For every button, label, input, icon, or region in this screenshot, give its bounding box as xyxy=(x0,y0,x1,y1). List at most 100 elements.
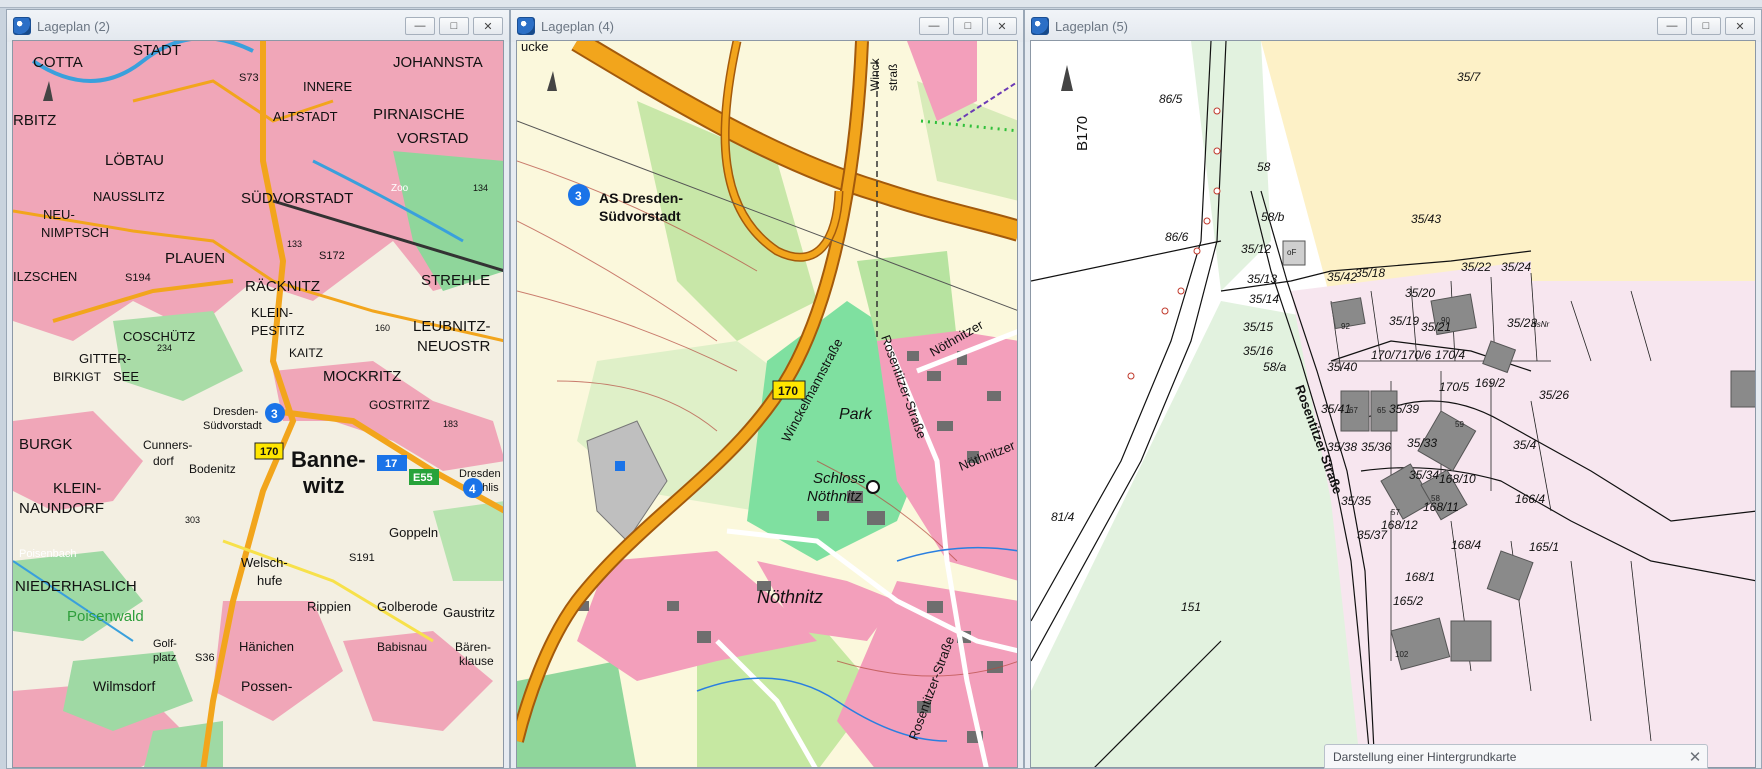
parcel-label: 35/14 xyxy=(1249,292,1279,306)
house-label: 92 xyxy=(1341,322,1350,331)
map-view[interactable]: ucke Winckelmannstraße Rosentitzer-Straß… xyxy=(516,40,1018,768)
app-icon xyxy=(517,17,535,35)
topo-map: COTTA STADT JOHANNSTA INNERE ALTSTADT PI… xyxy=(13,41,503,767)
road-label: 234 xyxy=(157,343,172,353)
maximize-button[interactable]: □ xyxy=(1691,17,1721,35)
parcel-label: 35/38 xyxy=(1327,440,1357,454)
parcel-label: 170/4 xyxy=(1435,348,1465,362)
road-label: 303 xyxy=(185,515,200,525)
parcel-label: 86/5 xyxy=(1159,92,1183,106)
parcel-label: 35/19 xyxy=(1389,314,1419,328)
parcel-label: HsNr xyxy=(1531,320,1550,329)
place-label: SÜDVORSTADT xyxy=(241,189,353,207)
top-strip xyxy=(0,0,1762,8)
background-map-notification[interactable]: Darstellung einer Hintergrundkarte ✕ xyxy=(1324,744,1708,769)
road-label: S191 xyxy=(349,552,375,564)
place-label: GITTER- xyxy=(79,351,131,366)
parcel-label: 35/33 xyxy=(1407,436,1437,450)
road-label: 183 xyxy=(443,419,458,429)
place-label: Poisenbach xyxy=(19,548,77,560)
minimize-button[interactable]: — xyxy=(919,17,949,35)
junction-marker-label: 4 xyxy=(469,482,476,496)
titlebar[interactable]: Lageplan (2) — □ ✕ xyxy=(7,10,509,42)
house-label: 59 xyxy=(1455,420,1464,429)
parcel-label: 35/26 xyxy=(1539,388,1569,402)
place-label: ILZSCHEN xyxy=(13,269,77,284)
parcel-label: 58/a xyxy=(1263,360,1287,374)
house-label: 102 xyxy=(1395,650,1409,659)
place-label: MOCKRITZ xyxy=(323,368,401,385)
parcel-label: 165/1 xyxy=(1529,540,1559,554)
window-lageplan-5[interactable]: Lageplan (5) — □ ✕ B170 Rosentitzer Stra… xyxy=(1024,9,1762,769)
map-view[interactable]: COTTA STADT JOHANNSTA INNERE ALTSTADT PI… xyxy=(12,40,504,768)
map-label: Nöthnitz xyxy=(807,488,863,505)
parcel-label: 165/2 xyxy=(1393,594,1423,608)
parcel-label: 168/4 xyxy=(1451,538,1481,552)
place-label: Hänichen xyxy=(239,639,294,654)
window-lageplan-2[interactable]: Lageplan (2) — □ ✕ COTTA STADT JOHANNSTA… xyxy=(6,9,510,769)
place-label: GOSTRITZ xyxy=(369,398,430,412)
place-label: Golf- xyxy=(153,638,177,650)
close-icon[interactable]: ✕ xyxy=(1683,748,1707,766)
titlebar[interactable]: Lageplan (4) — □ ✕ xyxy=(511,10,1023,42)
road-label: 134 xyxy=(473,183,488,193)
place-label: NAUSSLITZ xyxy=(93,189,165,204)
place-label: VORSTAD xyxy=(397,130,469,147)
place-label: BURGK xyxy=(19,436,72,453)
place-label: Poisenwald xyxy=(67,608,144,625)
maximize-button[interactable]: □ xyxy=(439,17,469,35)
place-label: Dresden xyxy=(459,468,501,480)
place-label: STREHLE xyxy=(421,272,490,289)
app-icon xyxy=(1031,17,1049,35)
place-label: Bodenitz xyxy=(189,462,236,476)
parcel-label: 35/42 xyxy=(1327,270,1357,284)
parcel-label: 35/18 xyxy=(1355,266,1385,280)
parcel-label: 170/6 xyxy=(1401,348,1431,362)
parcel-label: 35/43 xyxy=(1411,212,1441,226)
map-label: Nöthnitz xyxy=(757,587,823,607)
parcel-label: 169/2 xyxy=(1475,376,1505,390)
place-label: Possen- xyxy=(241,678,293,694)
place-label: SEE xyxy=(113,369,139,384)
place-label: PIRNAISCHE xyxy=(373,106,465,123)
place-label: platz xyxy=(153,652,176,664)
minimize-button[interactable]: — xyxy=(1657,17,1687,35)
place-label: Dresden- xyxy=(213,406,259,418)
place-label: NEUOSTR xyxy=(417,338,491,355)
parcel-label: 168/12 xyxy=(1381,518,1418,532)
parcel-label: 81/4 xyxy=(1051,510,1075,524)
window-lageplan-4[interactable]: Lageplan (4) — □ ✕ ucke Winckelmannstraß… xyxy=(510,9,1024,769)
parcel-label: 168/1 xyxy=(1405,570,1435,584)
titlebar[interactable]: Lageplan (5) — □ ✕ xyxy=(1025,10,1761,42)
place-label: PLAUEN xyxy=(165,250,225,267)
topo-map-detail: ucke Winckelmannstraße Rosentitzer-Straß… xyxy=(517,41,1017,767)
minimize-button[interactable]: — xyxy=(405,17,435,35)
place-label: Südvorstadt xyxy=(203,420,262,432)
castle-icon xyxy=(866,480,880,494)
place-label: Rippien xyxy=(307,599,351,614)
house-label: 90 xyxy=(1441,316,1450,325)
cadastral-map-view[interactable]: B170 Rosentitzer Straße 86/5 86/6 58 58/… xyxy=(1030,40,1756,768)
place-label: Wilmsdorf xyxy=(93,678,155,694)
road-label: 133 xyxy=(287,239,302,249)
parcel-label: 35/36 xyxy=(1361,440,1391,454)
house-label: 67 xyxy=(1349,406,1358,415)
place-label: Gaustritz xyxy=(443,605,495,620)
app-icon xyxy=(13,17,31,35)
parcel-label: 168/11 xyxy=(1423,500,1459,514)
parcel-label: 35/35 xyxy=(1341,494,1371,508)
road-label: S194 xyxy=(125,272,151,284)
parcel-label: 35/16 xyxy=(1243,344,1273,358)
maximize-button[interactable]: □ xyxy=(953,17,983,35)
place-label: Babisnau xyxy=(377,640,427,654)
place-label: KAITZ xyxy=(289,346,323,360)
place-label: klause xyxy=(459,654,494,668)
close-button[interactable]: ✕ xyxy=(1725,17,1755,35)
house-label: 65 xyxy=(1377,406,1386,415)
map-label: Park xyxy=(839,406,873,423)
close-button[interactable]: ✕ xyxy=(987,17,1017,35)
parcel-label: 58 xyxy=(1257,160,1271,174)
close-button[interactable]: ✕ xyxy=(473,17,503,35)
place-label: RÄCKNITZ xyxy=(245,278,320,295)
parcel-label: 168/10 xyxy=(1439,472,1476,486)
